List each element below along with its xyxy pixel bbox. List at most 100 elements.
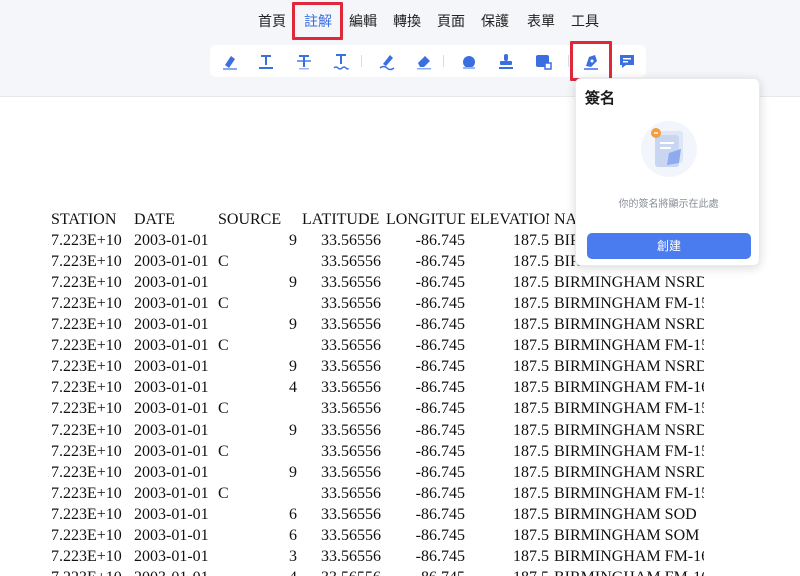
cell-elevation: 187.5 [513,400,549,418]
cell-name: BIRMINGHAM FM-16 [554,547,704,565]
cell-longitude: -86.745 [415,253,465,271]
table-row: 7.223E+10 2003-01-01 9 33.56556 -86.745 187.5… [0,464,800,485]
cell-name: BIRMINGHAM FM-15 [554,484,704,502]
cell-date: 2003-01-01 [134,379,209,397]
cell-name: BIRMINGHAM NSRDB [554,316,704,334]
stamp-icon[interactable] [493,49,519,73]
cell-station: 7.223E+10 [51,547,122,565]
menu-protect[interactable]: 保護 [481,12,509,32]
table-row: 7.223E+10 2003-01-01 6 33.56556 -86.745 187.5… [0,527,800,548]
cell-station: 7.223E+10 [51,274,122,292]
cell-station: 7.223E+10 [51,463,122,481]
cell-source: 4 [289,379,297,397]
highlight-pen-icon[interactable] [217,49,243,73]
cell-elevation: 187.5 [513,463,549,481]
menu-page[interactable]: 頁面 [437,12,465,32]
cell-date: 2003-01-01 [134,316,209,334]
table-row: 7.223E+10 2003-01-01 C 33.56556 -86.745 187.5… [0,485,800,506]
menu-edit[interactable]: 編輯 [349,12,377,32]
cell-station: 7.223E+10 [51,316,122,334]
cell-name: BIRMINGHAM NSRDB [554,463,704,481]
cell-name: BIRMINGHAM SOD [554,505,697,523]
cell-longitude: -86.745 [415,379,465,397]
cell-longitude: -86.745 [415,463,465,481]
cell-latitude: 33.56556 [321,505,381,523]
cell-station: 7.223E+10 [51,295,122,313]
signature-popup-title: 簽名 [585,89,616,107]
table-row: 7.223E+102003-01-014 33.56556 -86.745 187.5… [0,569,800,576]
header-elevation: ELEVATION [470,211,549,228]
cell-longitude: -86.745 [415,505,465,523]
cell-station: 7.223E+10 [51,484,122,502]
cell-name: BIRMINGHAM FM-16 [554,569,704,576]
cell-date: 2003-01-01 [134,547,209,565]
cell-latitude: 33.56556 [321,337,381,355]
cell-latitude: 33.56556 [321,400,381,418]
cell-station: 7.223E+10 [51,442,122,460]
cell-latitude: 33.56556 [302,569,381,576]
create-signature-button[interactable]: 創建 [587,233,751,259]
shape-icon[interactable] [456,49,482,73]
cell-name: BIRMINGHAM FM-15 [554,400,704,418]
cell-name: BIRMINGHAM FM-15 [554,295,704,313]
eraser-icon[interactable] [411,49,437,73]
area-highlight-icon[interactable] [530,49,556,73]
cell-name: BIRMINGHAM NSRDB [554,274,704,292]
cell-latitude: 33.56556 [321,232,381,250]
cell-elevation: 187.5 [513,337,549,355]
cell-date: 2003-01-01 [134,484,209,502]
cell-elevation: 187.5 [513,232,549,250]
menu-home[interactable]: 首頁 [258,12,286,32]
cell-source: C [218,400,229,418]
cell-latitude: 33.56556 [321,316,381,334]
header-latitude: LATITUDE [302,211,380,228]
cell-date: 2003-01-01 [134,442,209,460]
cell-longitude: -86.745 [415,337,465,355]
strikethrough-text-icon[interactable] [291,49,317,73]
cell-longitude: -86.745 [415,400,465,418]
table-row: 7.223E+10 2003-01-01 3 33.56556 -86.745 187.5… [0,548,800,569]
cell-elevation: 187.5 [470,569,549,576]
table-row: 7.223E+10 2003-01-01 C 33.56556 -86.745 187.5… [0,443,800,464]
comment-icon[interactable] [614,49,640,73]
cell-latitude: 33.56556 [321,253,381,271]
pen-draw-icon[interactable] [374,49,400,73]
cell-longitude: -86.745 [415,547,465,565]
signature-highlight-box [570,41,612,81]
header-date: DATE [134,211,175,228]
signature-popup: 簽名 你的簽名將顯示在此處 創建 [575,78,760,266]
squiggly-text-icon[interactable] [328,49,354,73]
cell-elevation: 187.5 [513,295,549,313]
cell-source: 9 [289,274,297,292]
cell-source: 6 [289,505,297,523]
cell-source: 4 [218,569,297,576]
main-menu: 首頁 註解 編輯 轉換 頁面 保護 表單 工具 [0,0,800,44]
cell-longitude: -86.745 [415,526,465,544]
cell-latitude: 33.56556 [321,526,381,544]
cell-date: 2003-01-01 [134,421,209,439]
menu-tools[interactable]: 工具 [571,12,599,32]
cell-longitude: -86.745 [415,232,465,250]
cell-source: 9 [289,421,297,439]
cell-longitude: -86.745 [415,484,465,502]
cell-name: BIRMINGHAM FM-15 [554,337,704,355]
cell-latitude: 33.56556 [321,274,381,292]
underline-text-icon[interactable] [253,49,279,73]
menu-form[interactable]: 表單 [527,12,555,32]
cell-date: 2003-01-01 [134,337,209,355]
cell-longitude: -86.745 [415,274,465,292]
menu-convert[interactable]: 轉換 [393,12,421,32]
cell-source: C [218,253,229,271]
cell-name: BIRMINGHAM FM-15 [554,442,704,460]
cell-station: 7.223E+10 [51,358,122,376]
cell-latitude: 33.56556 [321,358,381,376]
cell-latitude: 33.56556 [321,484,381,502]
table-row: 7.223E+10 2003-01-01 9 33.56556 -86.745 187.5… [0,358,800,379]
cell-date: 2003-01-01 [134,253,209,271]
cell-elevation: 187.5 [513,526,549,544]
table-row: 7.223E+10 2003-01-01 9 33.56556 -86.745 187.5… [0,316,800,337]
cell-elevation: 187.5 [513,274,549,292]
cell-name: BIRMINGHAM NSRDB [554,421,704,439]
cell-station: 7.223E+10 [51,400,122,418]
cell-station: 7.223E+10 [51,569,133,576]
